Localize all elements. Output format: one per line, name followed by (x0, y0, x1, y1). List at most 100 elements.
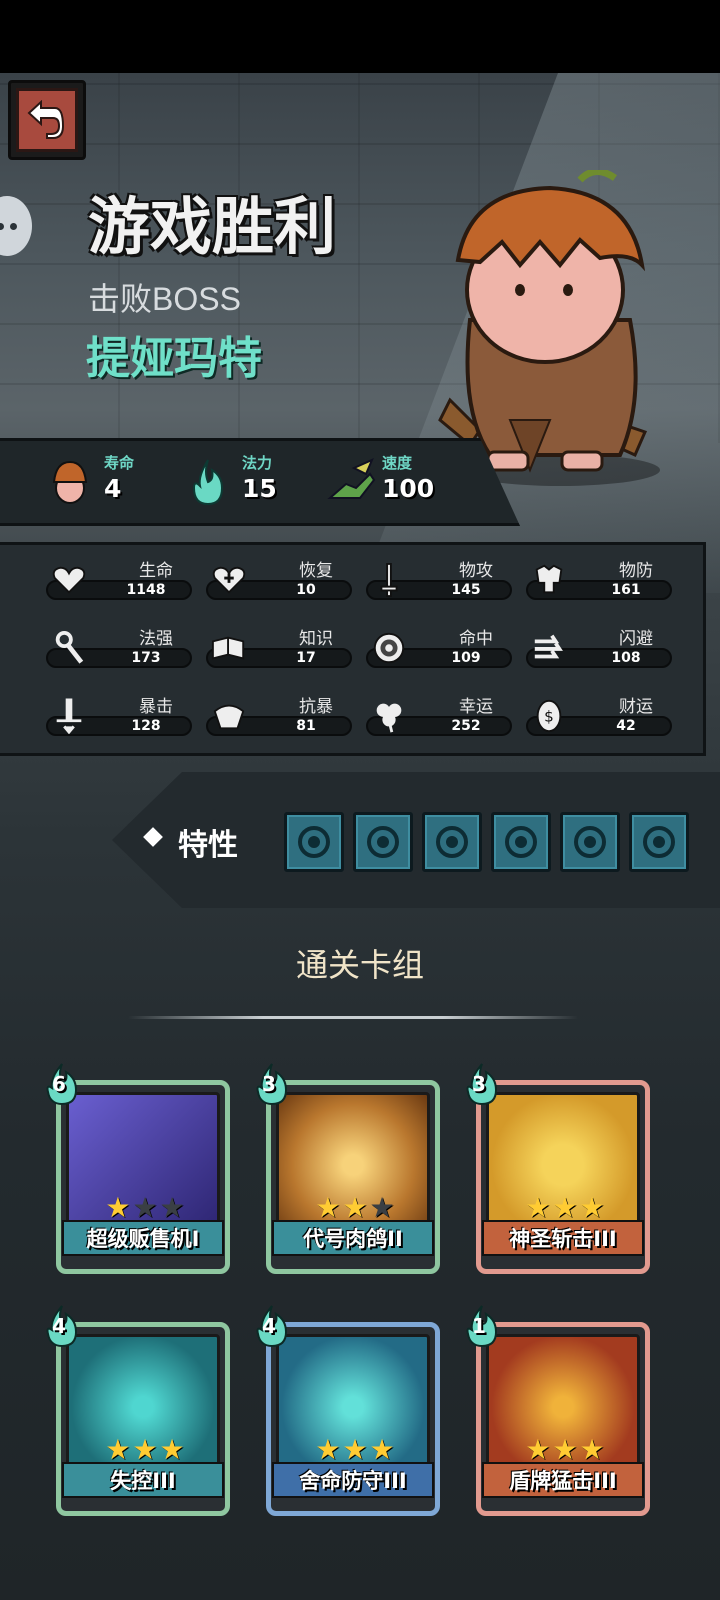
stat-target: 命中 109 (366, 624, 514, 668)
boss-name: 提娅玛特 (86, 333, 262, 384)
deck-card[interactable]: ★ ★ ★ 舍命防守III 4 (256, 1305, 440, 1516)
card-name: 超级贩售机I (62, 1220, 224, 1256)
pumpkin-head-icon (52, 460, 88, 504)
card-name: 失控III (62, 1462, 224, 1498)
back-arrow-icon (16, 88, 78, 152)
stat-label: 恢复 (299, 561, 333, 581)
mana-cost-icon: 3 (464, 1062, 500, 1106)
defeated-label: 击败BOSS (88, 281, 241, 317)
deck-card[interactable]: ★ ★ ★ 超级贩售机I 6 (46, 1063, 230, 1274)
back-button[interactable] (8, 80, 86, 160)
victory-title: 游戏胜利 (88, 190, 337, 263)
card-rarity-stars: ★ ★ ★ (90, 1194, 200, 1222)
stat-value: 17 (296, 650, 316, 666)
deck-card[interactable]: ★ ★ ★ 盾牌猛击III 1 (466, 1305, 650, 1516)
demon-trait-icon[interactable] (629, 812, 689, 872)
card-name: 舍命防守III (272, 1462, 434, 1498)
star-icon: ★ (342, 1433, 368, 1466)
deck-card[interactable]: ★ ★ ★ 神圣斩击III 3 (466, 1063, 650, 1274)
stat-label: 法强 (139, 629, 173, 649)
card-cost: 6 (52, 1072, 66, 1096)
stat-value: 1148 (126, 582, 166, 598)
star-icon: ★ (579, 1433, 605, 1466)
star-icon: ★ (525, 1191, 551, 1224)
stat-label: 知识 (299, 629, 333, 649)
stat-sword: 物攻 145 (366, 556, 514, 600)
stat-value: 109 (451, 650, 481, 666)
stat-crit-dagger: 暴击 128 (46, 692, 194, 736)
card-cost: 4 (52, 1314, 66, 1338)
card-cost: 3 (262, 1072, 276, 1096)
mana-cost-icon: 6 (44, 1062, 80, 1106)
stat-armor: 物防 161 (526, 556, 674, 600)
card-rarity-stars: ★ ★ ★ (510, 1436, 620, 1464)
sword-trait-icon[interactable] (353, 812, 413, 872)
star-icon: ★ (342, 1191, 368, 1224)
potion-trait-icon[interactable] (284, 812, 344, 872)
coin-icon: $ (536, 699, 562, 733)
stat-value: 10 (296, 582, 316, 598)
deck-card[interactable]: ★ ★ ★ 代号肉鸽II 3 (256, 1063, 440, 1274)
core-stat-value: 100 (382, 474, 435, 503)
star-icon: ★ (579, 1191, 605, 1224)
crit-resist-icon (213, 704, 245, 730)
card-cost: 4 (262, 1314, 276, 1338)
deck-title: 通关卡组 (295, 946, 424, 984)
stat-label: 物攻 (459, 561, 493, 581)
star-icon: ★ (132, 1433, 158, 1466)
stat-value: 81 (296, 718, 316, 734)
mana-cost-icon: 1 (464, 1304, 500, 1348)
heart-icon (52, 566, 86, 594)
armor-icon (535, 564, 563, 594)
star-icon: ★ (159, 1191, 185, 1224)
stat-staff: 法强 173 (46, 624, 194, 668)
star-icon: ★ (159, 1433, 185, 1466)
stat-clover: 幸运 252 (366, 692, 514, 736)
stat-coin: $ 财运 42 (526, 692, 674, 736)
star-icon: ★ (105, 1433, 131, 1466)
stat-label: 命中 (459, 629, 493, 649)
card-name: 神圣斩击III (482, 1220, 644, 1256)
stat-value: 161 (611, 582, 641, 598)
book-icon (211, 636, 245, 660)
stat-heart-plus: 恢复 10 (206, 556, 354, 600)
deck-card[interactable]: ★ ★ ★ 失控III 4 (46, 1305, 230, 1516)
dodge-arrows-icon (534, 634, 563, 659)
core-stat-label: 法力 (242, 454, 273, 472)
beast-trait-icon[interactable] (422, 812, 482, 872)
deck-divider (128, 1016, 578, 1019)
stat-label: 闪避 (619, 629, 653, 649)
status-bar (0, 0, 720, 73)
card-rarity-stars: ★ ★ ★ (510, 1194, 620, 1222)
stat-label: 财运 (619, 697, 653, 717)
strength-trait-icon[interactable] (560, 812, 620, 872)
heart-plus-icon (212, 566, 246, 594)
star-icon: ★ (525, 1433, 551, 1466)
traits-label: 特性 (178, 828, 238, 863)
star-icon: ★ (369, 1433, 395, 1466)
stat-value: 145 (451, 582, 481, 598)
muscle-trait-icon[interactable] (491, 812, 551, 872)
stat-value: 108 (611, 650, 641, 666)
target-icon (373, 632, 405, 664)
core-stat-value: 4 (104, 474, 122, 503)
star-icon: ★ (369, 1191, 395, 1224)
svg-text:$: $ (544, 708, 554, 726)
card-rarity-stars: ★ ★ ★ (90, 1436, 200, 1464)
mana-flame-icon (192, 459, 224, 506)
star-icon: ★ (552, 1191, 578, 1224)
staff-icon (55, 630, 84, 664)
core-stat-value: 15 (242, 474, 277, 503)
card-rarity-stars: ★ ★ ★ (300, 1194, 410, 1222)
core-stat-label: 速度 (382, 454, 413, 472)
card-name: 盾牌猛击III (482, 1462, 644, 1498)
winged-boot-icon (327, 458, 376, 499)
stat-label: 物防 (619, 561, 653, 581)
stat-book: 知识 17 (206, 624, 354, 668)
star-icon: ★ (315, 1191, 341, 1224)
stat-label: 抗暴 (299, 697, 333, 717)
clover-icon (376, 703, 402, 733)
stat-value: 42 (616, 718, 636, 734)
crit-dagger-icon (56, 698, 82, 734)
card-cost: 1 (472, 1314, 486, 1338)
